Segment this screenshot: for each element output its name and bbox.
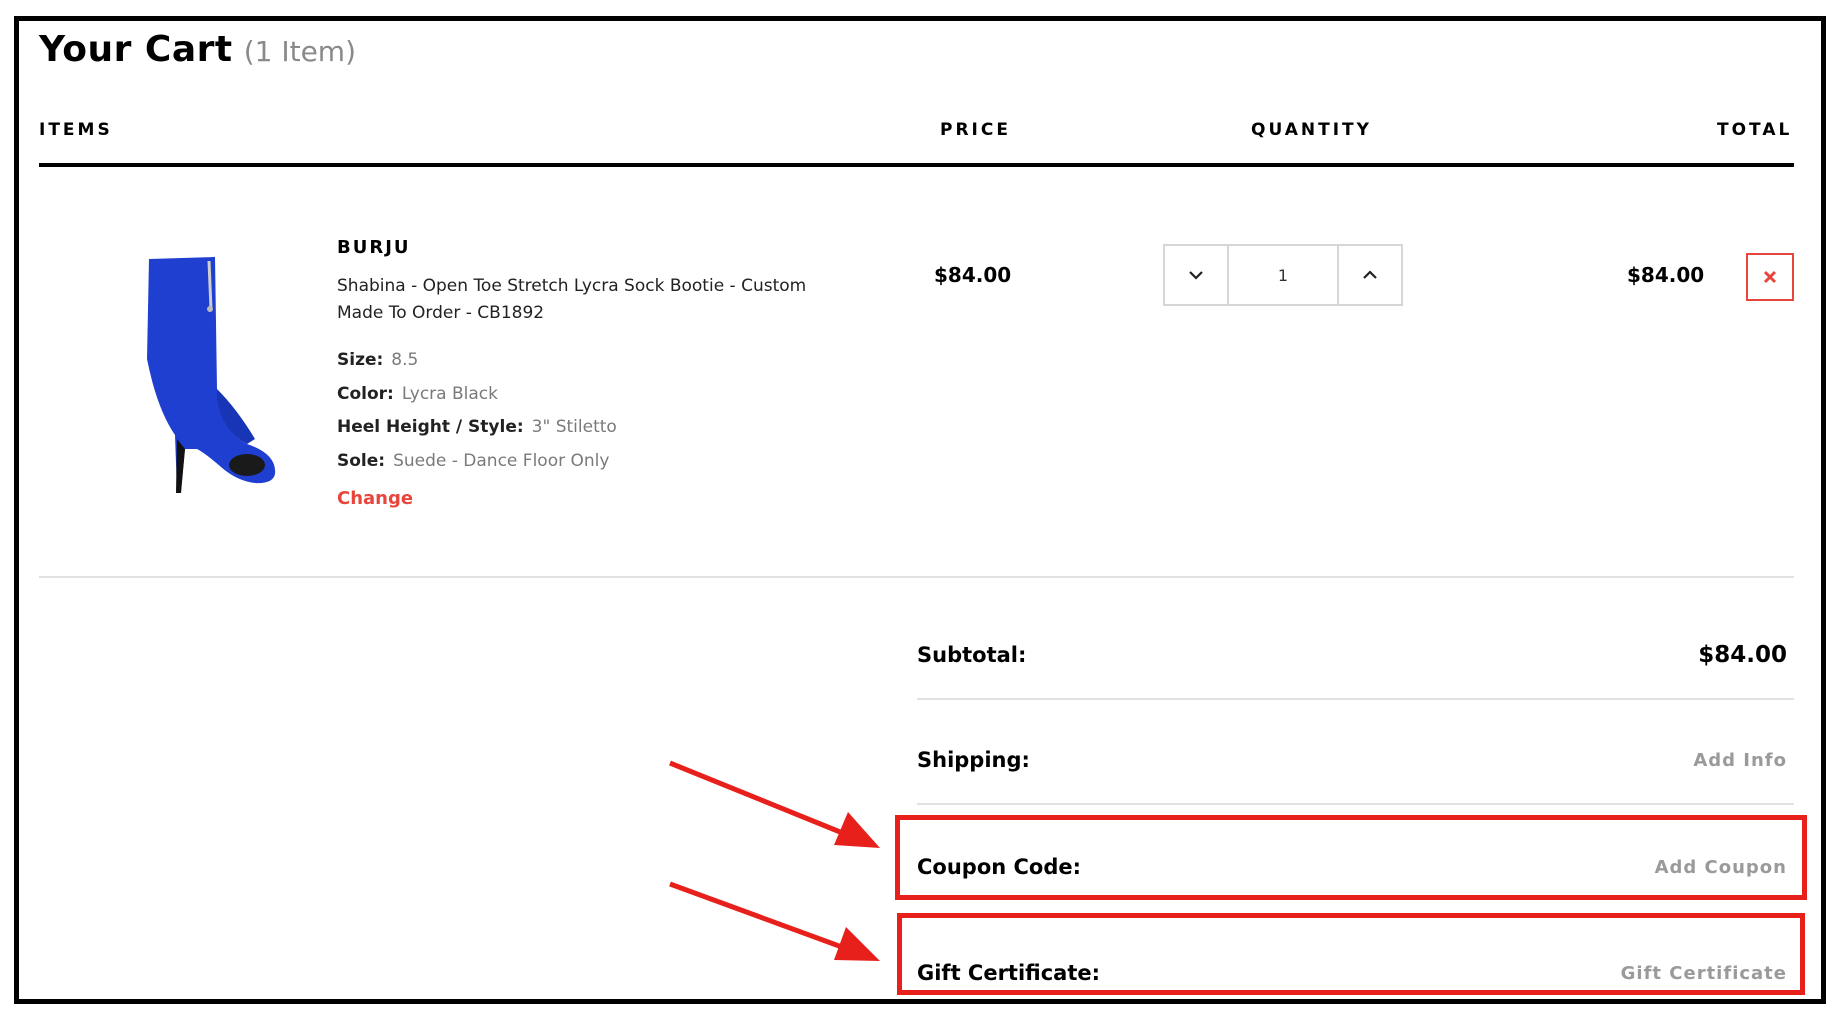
annotation-arrows (669, 760, 880, 961)
arrow-icon (669, 760, 880, 848)
arrow-icon (669, 881, 880, 961)
